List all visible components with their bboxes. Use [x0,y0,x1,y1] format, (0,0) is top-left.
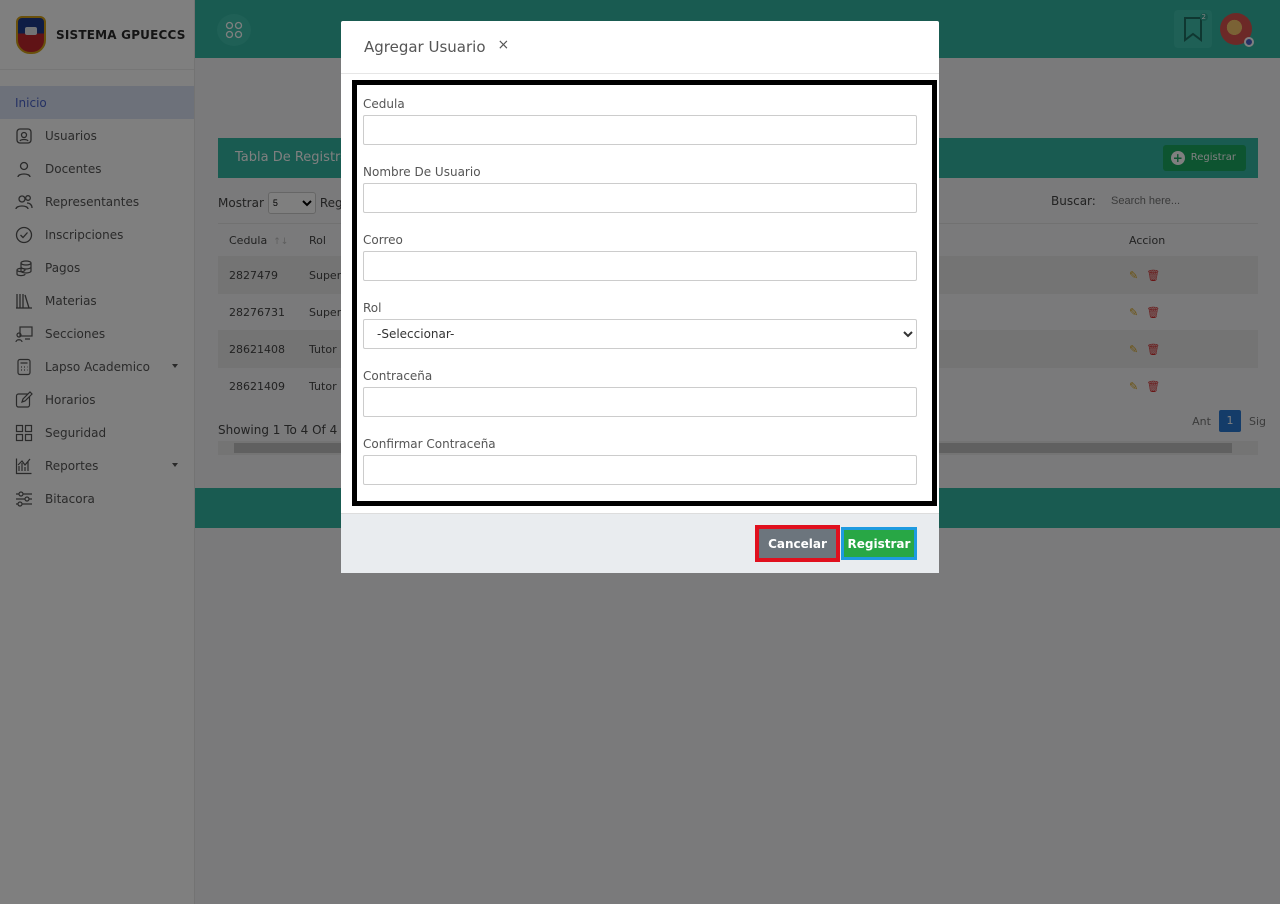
email-field[interactable] [363,251,917,281]
confirm-password-field[interactable] [363,455,917,485]
close-icon[interactable]: × [498,37,510,53]
email-label: Correo [363,233,403,247]
username-field[interactable] [363,183,917,213]
rol-label: Rol [363,301,382,315]
cedula-group: Cedula [363,93,932,161]
password-field[interactable] [363,387,917,417]
add-user-modal: Agregar Usuario × Cedula Nombre De Usuar… [341,21,939,573]
password-label: Contraceña [363,369,433,383]
email-group: Correo [363,229,932,297]
cedula-label: Cedula [363,97,405,111]
username-group: Nombre De Usuario [363,161,932,229]
rol-group: Rol -Seleccionar- [363,297,932,365]
cedula-field[interactable] [363,115,917,145]
user-form: Cedula Nombre De Usuario Correo Rol -Sel… [352,80,937,506]
submit-button[interactable]: Registrar [841,527,917,560]
modal-title: Agregar Usuario [364,38,486,56]
modal-header: Agregar Usuario × [341,21,939,74]
modal-footer: Cancelar Registrar [341,513,939,573]
username-label: Nombre De Usuario [363,165,481,179]
confirm-password-group: Confirmar Contraceña [363,433,932,501]
cancel-button[interactable]: Cancelar [755,525,840,562]
confirm-password-label: Confirmar Contraceña [363,437,496,451]
password-group: Contraceña [363,365,932,433]
rol-select[interactable]: -Seleccionar- [363,319,917,349]
